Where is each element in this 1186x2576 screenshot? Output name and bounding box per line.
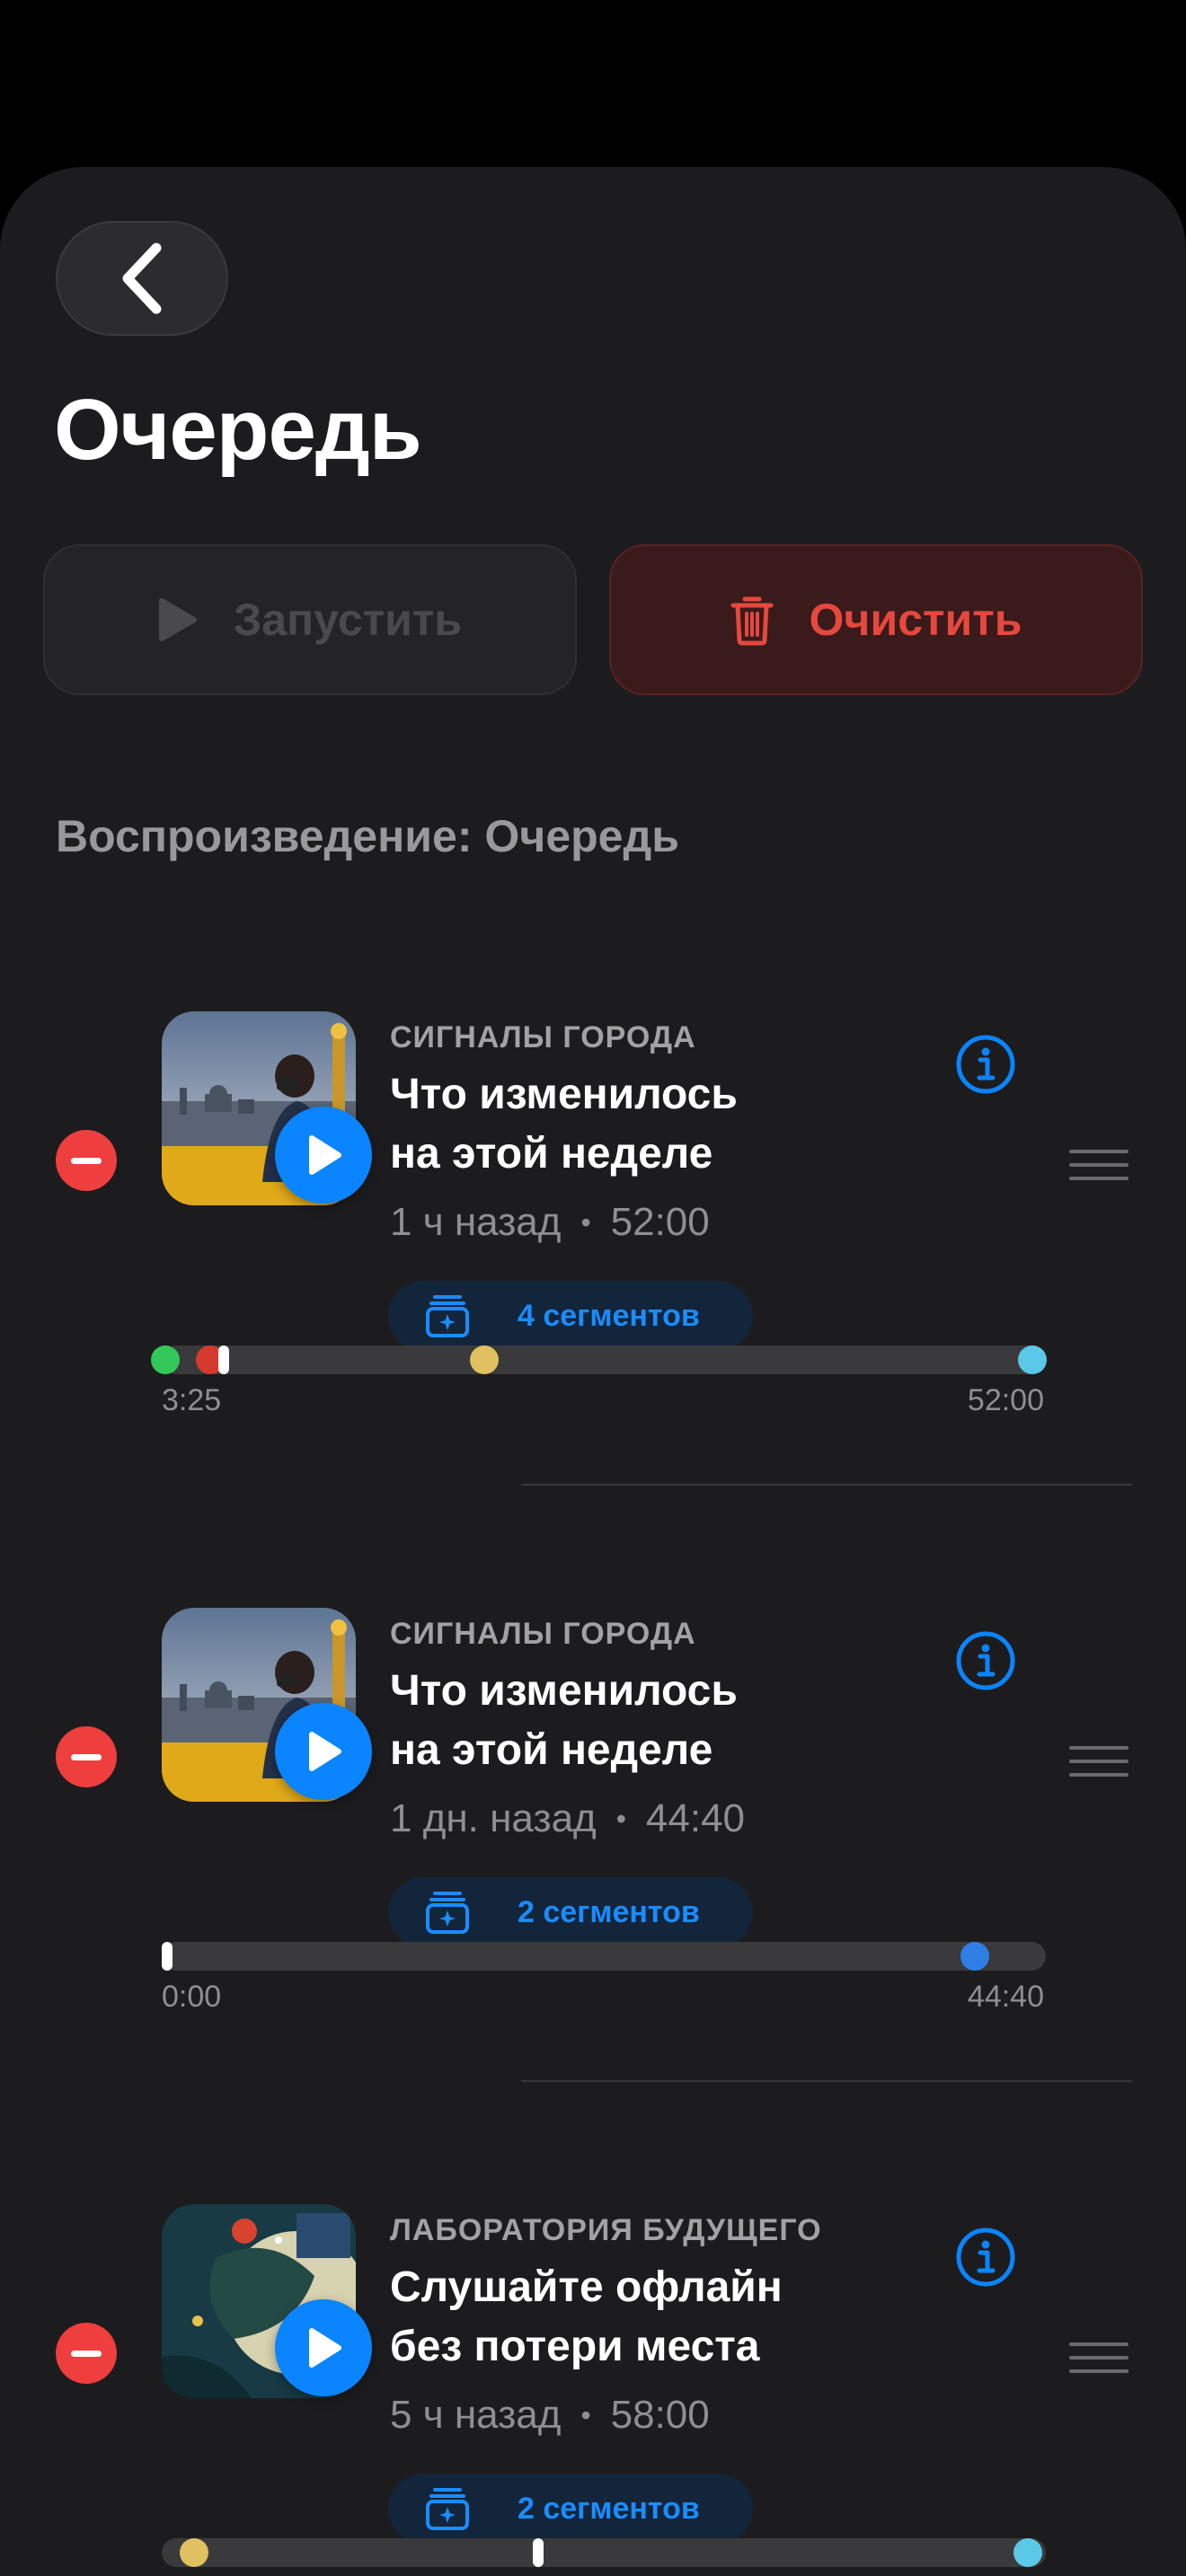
back-button[interactable] [56,221,228,336]
progress-track[interactable] [161,1942,1046,1971]
info-icon[interactable] [954,1629,1017,1692]
episode-title-line: на этой неделе [390,1130,713,1178]
drag-handle-icon[interactable] [1069,2342,1128,2373]
episode-meta: 1 ч назад • 52:00 [390,1200,710,1245]
episode-title-line: Что изменилось [390,1667,738,1715]
separator-dot: • [580,1205,591,1239]
queue-sheet: Очередь Запустить Очистить Воспроизведен… [0,167,1186,2576]
divider [521,2080,1132,2082]
clear-queue-button[interactable]: Очистить [609,544,1143,695]
queue-item: СИГНАЛЫ ГОРОДА Что изменилось на этой не… [0,900,1186,1496]
playhead-marker[interactable] [161,1942,173,1971]
episode-age: 1 ч назад [390,1200,562,1244]
total-time: 52:00 [967,1383,1044,1417]
episode-duration: 58:00 [610,2393,710,2437]
segments-button[interactable]: 2 сегментов [388,2474,753,2544]
total-time: 44:40 [967,1980,1044,2014]
play-episode-button[interactable] [275,1107,372,1204]
podcast-name: ЛАБОРАТОРИЯ БУДУЩЕГО [390,2213,822,2247]
episode-title[interactable]: Что изменилось на этой неделе [390,1065,857,1184]
info-icon[interactable] [954,1033,1017,1096]
separator-dot: • [615,1802,626,1835]
segments-sparkle-icon [426,1892,469,1934]
playhead-marker[interactable] [533,2538,544,2567]
episode-title-line: без потери места [390,2323,760,2370]
minus-icon [71,1753,102,1760]
episode-title[interactable]: Что изменилось на этой неделе [390,1662,857,1780]
start-queue-button[interactable]: Запустить [43,544,577,695]
episode-title-line: Что изменилось [390,1071,738,1118]
segments-label: 2 сегментов [518,1894,700,1929]
progress-track[interactable] [162,2538,1046,2567]
play-icon [309,1732,341,1771]
info-icon[interactable] [954,2226,1017,2289]
episode-age: 5 ч назад [390,2393,562,2437]
episode-duration: 52:00 [610,1200,710,1244]
remove-from-queue-button[interactable] [56,2323,117,2384]
podcast-name: СИГНАЛЫ ГОРОДА [390,1617,696,1651]
start-queue-label: Запустить [233,595,463,645]
section-title: Воспроизведение: Очередь [56,811,679,861]
minus-icon [71,2350,102,2357]
episode-title-line: на этой неделе [390,1726,713,1774]
elapsed-time: 3:25 [162,1383,222,1417]
episode-meta: 5 ч назад • 58:00 [390,2393,710,2438]
segment-marker[interactable] [180,2538,209,2567]
trash-icon [730,596,774,646]
play-icon [309,2328,341,2368]
segment-marker[interactable] [1013,2538,1043,2567]
episode-age: 1 дн. назад [390,1796,597,1840]
drag-handle-icon[interactable] [1069,1150,1128,1180]
episode-title[interactable]: Слушайте офлайн без потери места [390,2258,857,2377]
segment-marker[interactable] [150,1345,180,1374]
episode-duration: 44:40 [645,1796,746,1840]
play-icon [309,1135,341,1175]
separator-dot: • [580,2398,591,2431]
chevron-left-icon [122,243,162,314]
segments-label: 4 сегментов [518,1298,700,1333]
playhead-marker[interactable] [217,1345,229,1374]
segments-sparkle-icon [426,2488,469,2530]
minus-icon [71,1157,102,1164]
segments-label: 2 сегментов [518,2491,700,2526]
segments-button[interactable]: 4 сегментов [388,1281,753,1351]
divider [521,1484,1132,1486]
segments-button[interactable]: 2 сегментов [388,1877,753,1947]
play-icon [158,598,197,641]
queue-item: ЛАБОРАТОРИЯ БУДУЩЕГО Слушайте офлайн без… [0,2093,1186,2576]
queue-item: СИГНАЛЫ ГОРОДА Что изменилось на этой не… [0,1496,1186,2093]
play-episode-button[interactable] [275,1703,372,1800]
episode-meta: 1 дн. назад • 44:40 [390,1796,745,1841]
segments-sparkle-icon [426,1295,469,1337]
episode-title-line: Слушайте офлайн [390,2263,783,2311]
play-episode-button[interactable] [275,2299,372,2396]
page-title: Очередь [54,382,422,478]
segment-marker[interactable] [960,1942,990,1971]
remove-from-queue-button[interactable] [56,1130,117,1191]
drag-handle-icon[interactable] [1069,1746,1128,1777]
clear-queue-label: Очистить [809,595,1022,645]
remove-from-queue-button[interactable] [56,1726,117,1787]
elapsed-time: 0:00 [162,1980,222,2014]
progress-track[interactable] [150,1345,1048,1374]
segment-marker[interactable] [1018,1345,1048,1374]
segment-marker[interactable] [470,1345,500,1374]
podcast-name: СИГНАЛЫ ГОРОДА [390,1020,696,1054]
